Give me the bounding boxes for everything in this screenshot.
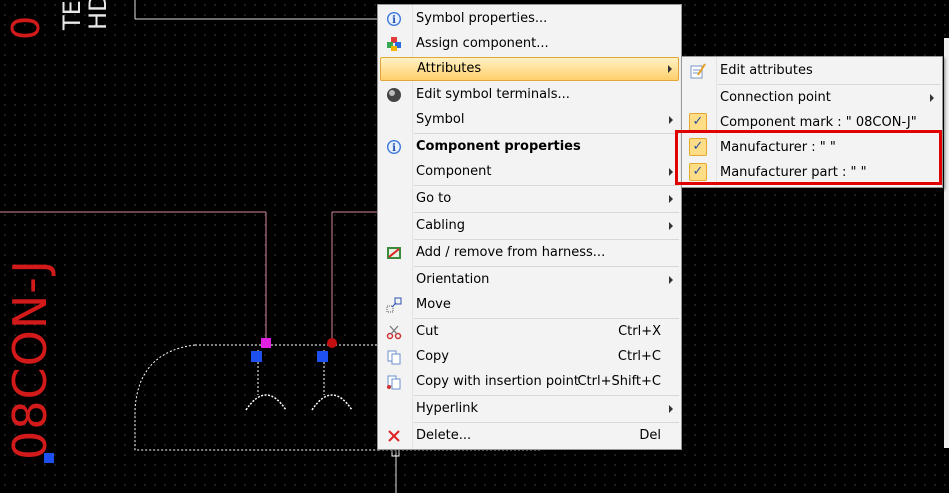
submenu-arrow-icon [669, 195, 673, 203]
menu-item-attributes[interactable]: Attributes [380, 57, 679, 81]
menu-separator [414, 422, 679, 423]
menu-item-label: Hyperlink [416, 401, 479, 416]
menu-item-label: Move [416, 297, 451, 312]
harness-icon [387, 247, 401, 259]
terminal-icon [387, 88, 401, 102]
menu-item-label: Copy with insertion point [416, 374, 579, 389]
menu-separator [718, 84, 940, 85]
submenu-item-connection-point[interactable]: Connection point [684, 86, 940, 110]
move-icon [386, 297, 402, 313]
info-icon: i [387, 12, 401, 26]
menu-item-label: Edit symbol terminals... [416, 87, 570, 102]
copy-icon [387, 350, 401, 365]
svg-text:i: i [392, 15, 396, 26]
menu-item-add-remove-harness[interactable]: Add / remove from harness... [380, 241, 679, 265]
menu-separator [414, 266, 679, 267]
menu-separator [414, 185, 679, 186]
menu-item-component-properties[interactable]: i Component properties [380, 135, 679, 159]
submenu-item-edit-attributes[interactable]: Edit attributes [684, 59, 940, 83]
menu-item-label: Orientation [416, 272, 490, 287]
edit-attributes-icon [690, 63, 706, 79]
menu-item-label: Assign component... [416, 36, 549, 51]
menu-item-symbol[interactable]: Symbol [380, 108, 679, 132]
menu-separator [414, 239, 679, 240]
menu-item-label: Go to [416, 191, 452, 206]
menu-item-shortcut: Ctrl+C [617, 349, 661, 364]
svg-text:i: i [392, 143, 396, 154]
menu-item-label: Delete... [416, 428, 472, 443]
menu-separator [414, 133, 679, 134]
menu-item-copy-with-insertion-point[interactable]: Copy with insertion point Ctrl+Shift+C [380, 370, 679, 394]
menu-item-orientation[interactable]: Orientation [380, 268, 679, 292]
menu-item-label: Attributes [417, 61, 482, 76]
menu-item-label: Copy [416, 349, 449, 364]
menu-item-copy[interactable]: Copy Ctrl+C [380, 345, 679, 369]
info-icon: i [387, 140, 401, 154]
canvas-scrollbar[interactable] [944, 38, 949, 448]
submenu-arrow-icon [668, 65, 672, 73]
menu-item-assign-component[interactable]: Assign component... [380, 32, 679, 56]
submenu-arrow-icon [669, 276, 673, 284]
copy-insertion-icon [387, 375, 401, 390]
menu-item-label: Add / remove from harness... [416, 245, 606, 260]
menu-item-component[interactable]: Component [380, 160, 679, 184]
menu-item-label: Cut [416, 324, 439, 339]
submenu-arrow-icon [669, 405, 673, 413]
menu-item-cabling[interactable]: Cabling [380, 214, 679, 238]
menu-item-delete[interactable]: Delete... Del [380, 424, 679, 448]
menu-item-label: Component properties [416, 139, 581, 154]
menu-item-shortcut: Ctrl+X [618, 324, 661, 339]
submenu-item-label: Edit attributes [720, 63, 813, 78]
menu-separator [414, 395, 679, 396]
submenu-arrow-icon [930, 94, 934, 102]
menu-item-cut[interactable]: Cut Ctrl+X [380, 320, 679, 344]
menu-separator [414, 212, 679, 213]
submenu-arrow-icon [669, 116, 673, 124]
menu-item-label: Cabling [416, 218, 466, 233]
assign-component-icon [387, 37, 401, 51]
menu-item-shortcut: Ctrl+Shift+C [577, 374, 661, 389]
menu-separator [414, 318, 679, 319]
menu-item-hyperlink[interactable]: Hyperlink [380, 397, 679, 421]
checkmark-icon: ✓ [689, 113, 707, 131]
submenu-arrow-icon [669, 168, 673, 176]
context-menu: i Symbol properties... Assign component.… [377, 4, 682, 450]
highlight-annotation-box [675, 130, 942, 185]
submenu-arrow-icon [669, 222, 673, 230]
delete-icon [388, 430, 400, 442]
menu-item-shortcut: Del [639, 428, 661, 443]
menu-item-label: Component [416, 164, 492, 179]
menu-item-move[interactable]: Move [380, 293, 679, 317]
menu-item-symbol-properties[interactable]: i Symbol properties... [380, 7, 679, 31]
menu-item-label: Symbol properties... [416, 11, 548, 26]
menu-item-label: Symbol [416, 112, 465, 127]
menu-item-edit-symbol-terminals[interactable]: Edit symbol terminals... [380, 83, 679, 107]
scissors-icon [386, 325, 402, 340]
submenu-item-label: Connection point [720, 90, 831, 105]
menu-item-go-to[interactable]: Go to [380, 187, 679, 211]
